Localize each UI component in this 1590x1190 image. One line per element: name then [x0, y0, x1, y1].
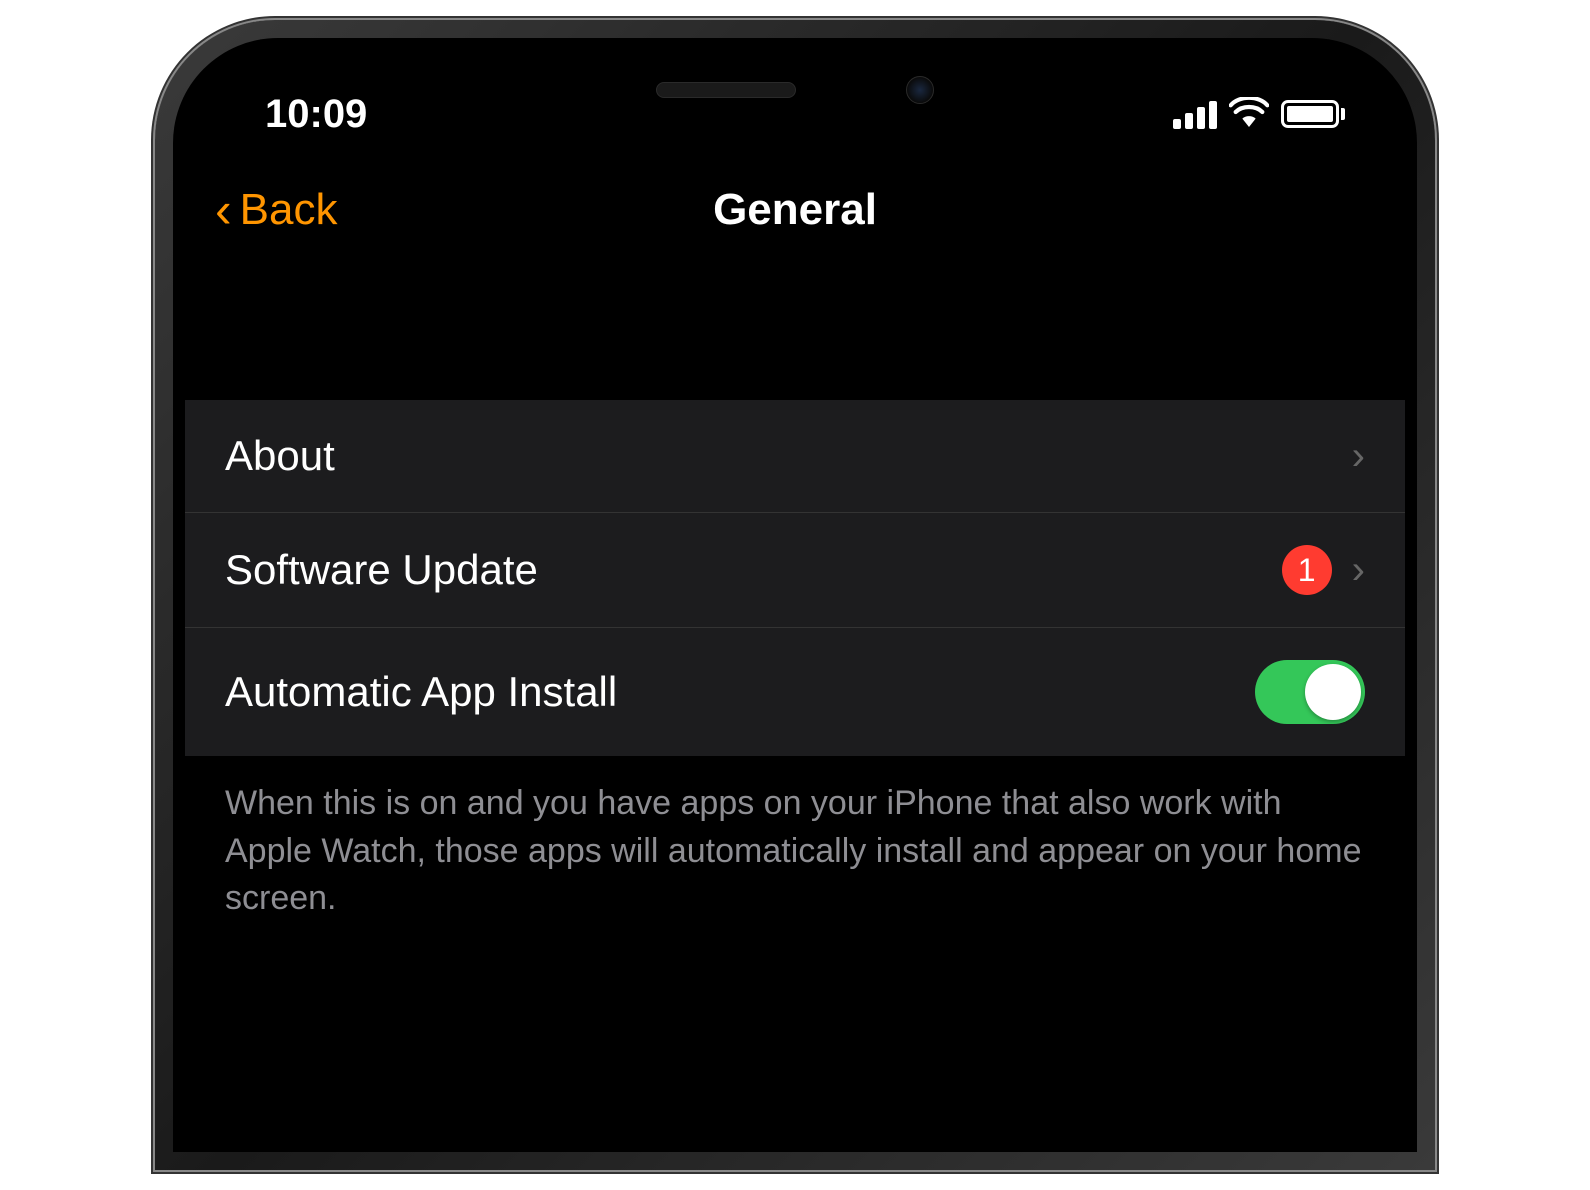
speaker-grille — [656, 82, 796, 98]
status-right — [1173, 97, 1345, 132]
page-title: General — [185, 185, 1405, 235]
settings-group: About › Software Update 1 › Automati — [185, 400, 1405, 756]
screen: 10:09 — [185, 50, 1405, 1140]
front-camera — [906, 76, 934, 104]
cellular-signal-icon — [1173, 99, 1217, 129]
content: About › Software Update 1 › Automati — [185, 280, 1405, 947]
phone-inner-frame: 10:09 — [173, 38, 1417, 1152]
nav-bar: ‹ Back General — [185, 150, 1405, 280]
automatic-app-install-row: Automatic App Install — [185, 628, 1405, 756]
battery-icon — [1281, 100, 1345, 128]
notch — [535, 50, 1055, 130]
software-update-label: Software Update — [225, 546, 538, 594]
status-time: 10:09 — [265, 92, 367, 137]
back-button[interactable]: ‹ Back — [215, 181, 337, 239]
footer-description: When this is on and you have apps on you… — [185, 756, 1405, 947]
automatic-app-install-label: Automatic App Install — [225, 668, 617, 716]
chevron-right-icon: › — [1352, 434, 1365, 479]
update-badge: 1 — [1282, 545, 1332, 595]
toggle-knob — [1305, 664, 1361, 720]
wifi-icon — [1229, 97, 1269, 132]
phone-frame: 10:09 — [155, 20, 1435, 1170]
about-row[interactable]: About › — [185, 400, 1405, 513]
automatic-app-install-toggle[interactable] — [1255, 660, 1365, 724]
chevron-left-icon: ‹ — [215, 181, 232, 239]
software-update-row[interactable]: Software Update 1 › — [185, 513, 1405, 628]
back-label: Back — [240, 185, 338, 235]
chevron-right-icon: › — [1352, 548, 1365, 593]
about-label: About — [225, 432, 335, 480]
